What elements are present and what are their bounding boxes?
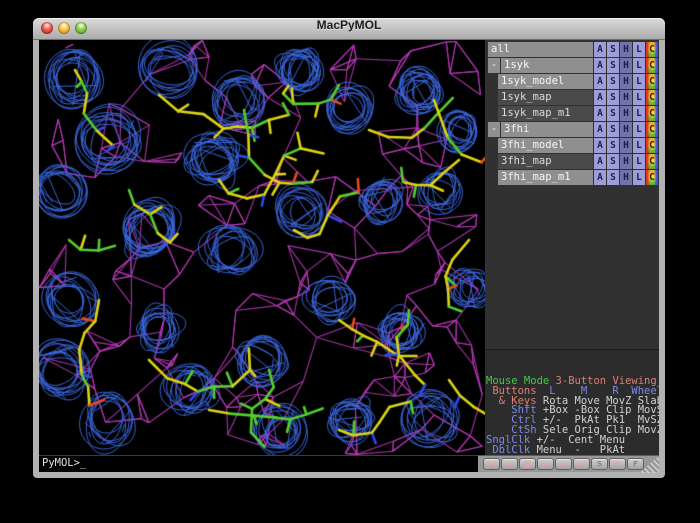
viewport xyxy=(39,40,485,455)
object-row-all: allASHLC xyxy=(488,42,658,57)
object-button-L[interactable]: L xyxy=(633,58,645,73)
object-button-C[interactable]: C xyxy=(646,106,658,121)
zoom-button[interactable] xyxy=(75,22,87,34)
object-button-H[interactable]: H xyxy=(620,106,632,121)
object-name[interactable]: 3fhi_map_m1 xyxy=(498,170,593,185)
object-button-S[interactable]: S xyxy=(607,74,619,89)
object-button-H[interactable]: H xyxy=(620,58,632,73)
object-row-3fhi_map_m1: 3fhi_map_m1ASHLC xyxy=(488,170,658,185)
object-button-A[interactable]: A xyxy=(594,90,606,105)
object-button-L[interactable]: L xyxy=(633,170,645,185)
object-button-H[interactable]: H xyxy=(620,122,632,137)
window-interior: allASHLC-1sykASHLC1syk_modelASHLC1syk_ma… xyxy=(39,40,659,472)
object-row-1syk_map: 1syk_mapASHLC xyxy=(488,90,658,105)
object-button-S[interactable]: S xyxy=(607,106,619,121)
object-name[interactable]: all xyxy=(488,42,593,57)
object-button-A[interactable]: A xyxy=(594,170,606,185)
vcr-go-to-start[interactable]: |◀ xyxy=(483,458,500,470)
object-button-H[interactable]: H xyxy=(620,74,632,89)
object-name[interactable]: 1syk xyxy=(501,58,593,73)
object-button-S[interactable]: S xyxy=(607,138,619,153)
object-button-C[interactable]: C xyxy=(646,138,658,153)
object-button-L[interactable]: L xyxy=(633,42,645,57)
internal-gui-panel: allASHLC-1sykASHLC1syk_modelASHLC1syk_ma… xyxy=(485,40,659,455)
object-button-S[interactable]: S xyxy=(607,154,619,169)
vcr-step-back[interactable]: ◀ xyxy=(501,458,518,470)
object-button-C[interactable]: C xyxy=(646,58,658,73)
collapse-toggle[interactable]: - xyxy=(488,122,500,137)
vcr-s-button[interactable]: S xyxy=(591,458,608,470)
prompt-text: PyMOL>_ xyxy=(42,457,86,469)
object-button-S[interactable]: S xyxy=(607,170,619,185)
object-row-3fhi_map: 3fhi_mapASHLC xyxy=(488,154,658,169)
object-button-L[interactable]: L xyxy=(633,122,645,137)
object-row-1syk: -1sykASHLC xyxy=(488,58,658,73)
mouse-matrix: Mouse Mode 3-Button Viewing Buttons L M … xyxy=(486,377,659,455)
close-button[interactable] xyxy=(41,22,53,34)
viewport-canvas[interactable] xyxy=(39,40,485,455)
object-button-A[interactable]: A xyxy=(594,138,606,153)
vcr-bar: |◀◀■▶▶▶|S▼F xyxy=(478,455,659,472)
object-name[interactable]: 3fhi_map xyxy=(498,154,593,169)
object-name[interactable]: 3fhi_model xyxy=(498,138,593,153)
object-button-C[interactable]: C xyxy=(646,122,658,137)
vcr-step-forward[interactable]: ▶ xyxy=(555,458,572,470)
vcr-f-button[interactable]: F xyxy=(627,458,644,470)
vcr-menu-down[interactable]: ▼ xyxy=(609,458,626,470)
object-button-A[interactable]: A xyxy=(594,74,606,89)
object-row-3fhi_model: 3fhi_modelASHLC xyxy=(488,138,658,153)
object-button-S[interactable]: S xyxy=(607,58,619,73)
object-button-A[interactable]: A xyxy=(594,122,606,137)
object-button-S[interactable]: S xyxy=(607,122,619,137)
object-row-3fhi: -3fhiASHLC xyxy=(488,122,658,137)
object-button-H[interactable]: H xyxy=(620,90,632,105)
object-button-L[interactable]: L xyxy=(633,74,645,89)
vcr-play[interactable]: ▶ xyxy=(537,458,554,470)
object-button-C[interactable]: C xyxy=(646,74,658,89)
object-button-L[interactable]: L xyxy=(633,154,645,169)
traffic-lights xyxy=(41,22,87,34)
object-button-S[interactable]: S xyxy=(607,42,619,57)
object-row-1syk_map_m1: 1syk_map_m1ASHLC xyxy=(488,106,658,121)
object-row-1syk_model: 1syk_modelASHLC xyxy=(488,74,658,89)
object-button-H[interactable]: H xyxy=(620,138,632,153)
object-name[interactable]: 1syk_model xyxy=(498,74,593,89)
minimize-button[interactable] xyxy=(58,22,70,34)
object-button-A[interactable]: A xyxy=(594,106,606,121)
mouse-panel: Mouse Mode 3-Button Viewing Buttons L M … xyxy=(485,349,659,455)
object-button-C[interactable]: C xyxy=(646,42,658,57)
object-button-A[interactable]: A xyxy=(594,58,606,73)
window-title: MacPyMOL xyxy=(33,18,665,32)
object-button-L[interactable]: L xyxy=(633,90,645,105)
object-button-S[interactable]: S xyxy=(607,90,619,105)
object-button-L[interactable]: L xyxy=(633,106,645,121)
object-button-A[interactable]: A xyxy=(594,42,606,57)
object-name[interactable]: 1syk_map_m1 xyxy=(498,106,593,121)
command-prompt[interactable]: PyMOL>_ xyxy=(39,455,478,472)
vcr-stop[interactable]: ■ xyxy=(519,458,536,470)
object-button-L[interactable]: L xyxy=(633,138,645,153)
object-button-H[interactable]: H xyxy=(620,42,632,57)
object-button-C[interactable]: C xyxy=(646,90,658,105)
macpymol-window: MacPyMOL allASHLC-1sykASHLC1syk_modelASH… xyxy=(33,18,665,478)
object-button-C[interactable]: C xyxy=(646,170,658,185)
object-button-H[interactable]: H xyxy=(620,154,632,169)
collapse-toggle[interactable]: - xyxy=(488,58,500,73)
object-button-C[interactable]: C xyxy=(646,154,658,169)
text-line: DblClk Menu - PkAt xyxy=(486,446,659,455)
object-rows: allASHLC-1sykASHLC1syk_modelASHLC1syk_ma… xyxy=(485,40,659,185)
object-button-A[interactable]: A xyxy=(594,154,606,169)
object-name[interactable]: 3fhi xyxy=(501,122,593,137)
object-name[interactable]: 1syk_map xyxy=(498,90,593,105)
window-frame: allASHLC-1sykASHLC1syk_modelASHLC1syk_ma… xyxy=(33,40,665,478)
title-bar[interactable]: MacPyMOL xyxy=(33,18,665,40)
object-button-H[interactable]: H xyxy=(620,170,632,185)
vcr-go-to-end[interactable]: ▶| xyxy=(573,458,590,470)
